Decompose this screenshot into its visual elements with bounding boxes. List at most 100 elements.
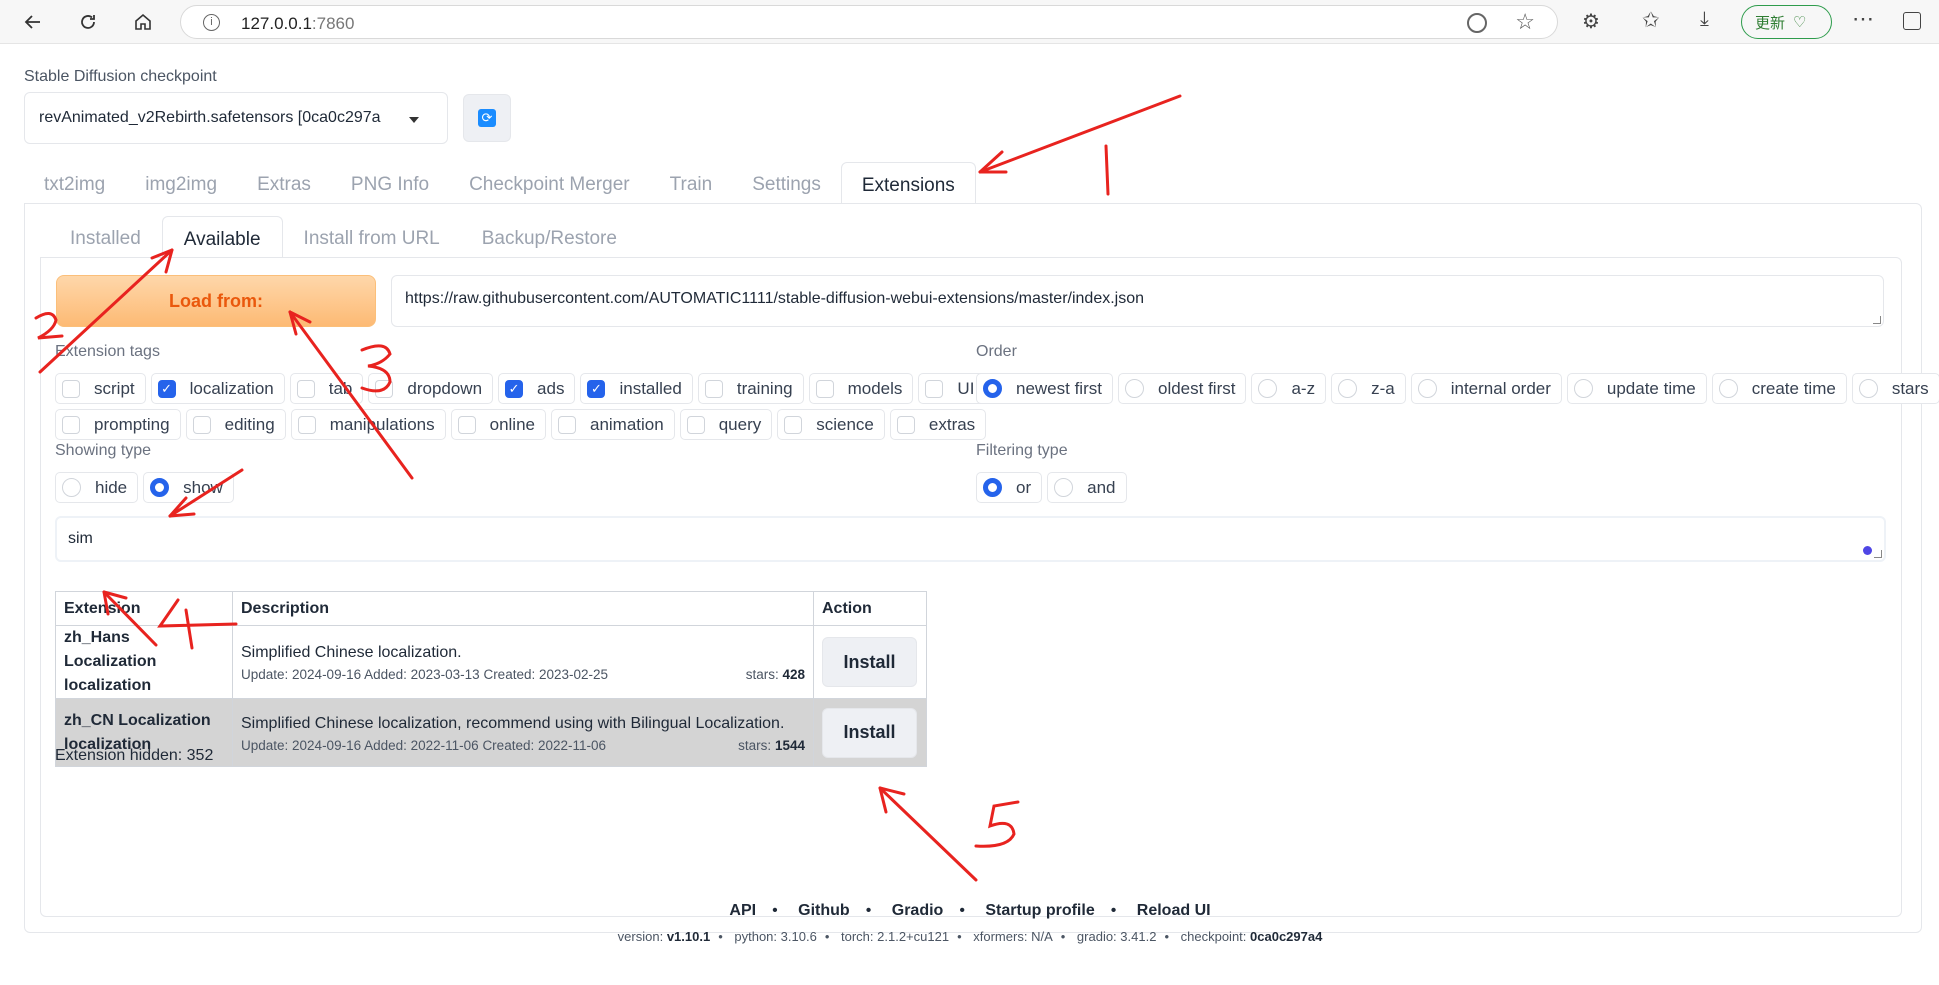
- order-oldest-first-radio[interactable]: oldest first: [1117, 373, 1247, 404]
- footer-link-api[interactable]: API: [729, 902, 756, 919]
- footer-link-startup-profile[interactable]: Startup profile: [985, 902, 1094, 919]
- stars-count: stars: 428: [745, 667, 805, 682]
- checkpoint-dropdown[interactable]: revAnimated_v2Rebirth.safetensors [0ca0c…: [24, 92, 448, 144]
- favorites-icon[interactable]: ✩: [1642, 8, 1660, 33]
- tab-extensions[interactable]: Extensions: [840, 162, 976, 204]
- order-z-a-radio[interactable]: z-a: [1331, 373, 1406, 404]
- search-value: sim: [68, 530, 93, 547]
- install-button[interactable]: Install: [822, 707, 917, 758]
- site-info-icon[interactable]: i: [203, 14, 220, 31]
- tag-manipulations-checkbox[interactable]: manipulations: [290, 409, 446, 440]
- index-url-input[interactable]: https://raw.githubusercontent.com/AUTOMA…: [391, 275, 1884, 327]
- tag-science-checkbox[interactable]: science: [777, 409, 885, 440]
- tab-install-from-url[interactable]: Install from URL: [283, 216, 461, 258]
- favorite-star-icon[interactable]: ☆: [1515, 9, 1535, 35]
- radio-icon: [1718, 379, 1738, 398]
- tab-train[interactable]: Train: [650, 162, 733, 204]
- tab-installed[interactable]: Installed: [49, 216, 162, 258]
- tag-extras-checkbox[interactable]: extras: [889, 409, 987, 440]
- radio-icon: [1124, 379, 1144, 398]
- heart-pulse-icon: ♡: [1793, 14, 1807, 31]
- tab-png-info[interactable]: PNG Info: [331, 162, 449, 204]
- tag-script-checkbox[interactable]: script: [55, 373, 146, 404]
- tab-settings[interactable]: Settings: [732, 162, 841, 204]
- showing-hide-radio[interactable]: hide: [55, 472, 139, 503]
- tab-available[interactable]: Available: [161, 216, 283, 258]
- extension-tag: localization: [64, 677, 152, 694]
- tag-query-checkbox[interactable]: query: [679, 409, 773, 440]
- sidebar-toggle-icon[interactable]: [1903, 12, 1921, 30]
- load-from-button[interactable]: Load from:: [56, 275, 376, 327]
- tab-backup-restore[interactable]: Backup/Restore: [461, 216, 638, 258]
- extension-name[interactable]: zh_CN Localization: [64, 712, 211, 729]
- tab-img2img[interactable]: img2img: [125, 162, 237, 204]
- action-cell: Install: [813, 625, 927, 699]
- filtering-type-radio-group: or and: [976, 472, 1127, 503]
- footer-link-reload-ui[interactable]: Reload UI: [1137, 902, 1211, 919]
- footer-versions: version: v1.10.1 • python: 3.10.6 • torch:…: [617, 929, 1323, 944]
- tag-editing-checkbox[interactable]: editing: [185, 409, 286, 440]
- extensions-panel: Installed Available Install from URL Bac…: [24, 203, 1939, 933]
- filtering-type-label: Filtering type: [976, 442, 1068, 459]
- install-button[interactable]: Install: [822, 637, 917, 687]
- extensions-icon[interactable]: ⚙: [1582, 9, 1600, 34]
- address-bar[interactable]: i 127.0.0.1:7860 ☆: [180, 5, 1558, 39]
- order-label: Order: [976, 343, 1017, 360]
- tab-checkpoint-merger[interactable]: Checkpoint Merger: [449, 162, 650, 204]
- tag-models-checkbox[interactable]: models: [808, 373, 914, 404]
- extension-tags-label: Extension tags: [55, 343, 160, 360]
- tag-prompting-checkbox[interactable]: prompting: [55, 409, 181, 440]
- home-icon[interactable]: [127, 6, 159, 38]
- order-update-time-radio[interactable]: update time: [1566, 373, 1707, 404]
- filtering-or-radio[interactable]: or: [976, 472, 1043, 503]
- showing-show-radio[interactable]: show: [143, 472, 234, 503]
- tag-tab-checkbox[interactable]: tab: [289, 373, 364, 404]
- tag-installed-checkbox[interactable]: ✓ installed: [580, 373, 693, 404]
- refresh-checkpoint-button[interactable]: ⟳: [463, 94, 511, 142]
- extension-tags-row-1: script ✓ localization tab dropdown ✓ ads ✓…: [55, 373, 1043, 404]
- tag-online-checkbox[interactable]: online: [450, 409, 546, 440]
- description-text: Simplified Chinese localization.: [241, 644, 462, 661]
- order-a-z-radio[interactable]: a-z: [1251, 373, 1327, 404]
- checkbox-icon: [192, 415, 211, 434]
- checkbox-icon: [62, 415, 80, 434]
- read-aloud-icon[interactable]: [1467, 13, 1487, 33]
- order-stars-radio[interactable]: stars: [1851, 373, 1939, 404]
- tag-training-checkbox[interactable]: training: [697, 373, 804, 404]
- checkmark-icon: ✓: [587, 379, 606, 398]
- order-newest-first-radio[interactable]: newest first: [976, 373, 1113, 404]
- url-text: 127.0.0.1:7860: [241, 14, 355, 33]
- extensions-sub-tabs: Installed Available Install from URL Bac…: [49, 216, 638, 258]
- tag-animation-checkbox[interactable]: animation: [551, 409, 675, 440]
- tag-dropdown-checkbox[interactable]: dropdown: [368, 373, 494, 404]
- reload-icon[interactable]: [72, 6, 104, 38]
- description-text: Simplified Chinese localization, recomme…: [241, 714, 785, 732]
- footer-link-github[interactable]: Github: [798, 902, 850, 919]
- main-tabs: txt2img img2img Extras PNG Info Checkpoi…: [24, 162, 976, 204]
- more-menu-icon[interactable]: ⋯: [1852, 6, 1874, 32]
- radio-icon: [62, 478, 81, 497]
- tab-txt2img[interactable]: txt2img: [24, 162, 125, 204]
- footer-link-gradio[interactable]: Gradio: [892, 902, 944, 919]
- radio-selected-icon: [150, 478, 170, 497]
- tag-ads-checkbox[interactable]: ✓ ads: [498, 373, 576, 404]
- resize-handle[interactable]: [1873, 316, 1881, 324]
- checkbox-icon: [925, 379, 944, 398]
- index-url-value: https://raw.githubusercontent.com/AUTOMA…: [405, 290, 1145, 307]
- downloads-icon[interactable]: ⤓: [1700, 8, 1709, 31]
- tab-extras[interactable]: Extras: [237, 162, 331, 204]
- radio-selected-icon: [983, 379, 1002, 398]
- stars-count: stars: 1544: [738, 737, 805, 753]
- checkbox-icon: [815, 379, 834, 398]
- order-create-time-radio[interactable]: create time: [1711, 373, 1847, 404]
- extension-name-cell: zh_Hans Localization localization: [55, 625, 233, 699]
- order-internal-order-radio[interactable]: internal order: [1410, 373, 1562, 404]
- extension-name[interactable]: zh_Hans Localization: [64, 629, 156, 670]
- tag-localization-checkbox[interactable]: ✓ localization: [150, 373, 285, 404]
- column-header-action: Action: [813, 591, 927, 626]
- extension-search-input[interactable]: sim: [55, 516, 1886, 562]
- back-icon[interactable]: [17, 6, 49, 38]
- browser-update-button[interactable]: 更新 ♡: [1741, 5, 1832, 39]
- resize-handle[interactable]: [1874, 550, 1882, 558]
- filtering-and-radio[interactable]: and: [1047, 472, 1127, 503]
